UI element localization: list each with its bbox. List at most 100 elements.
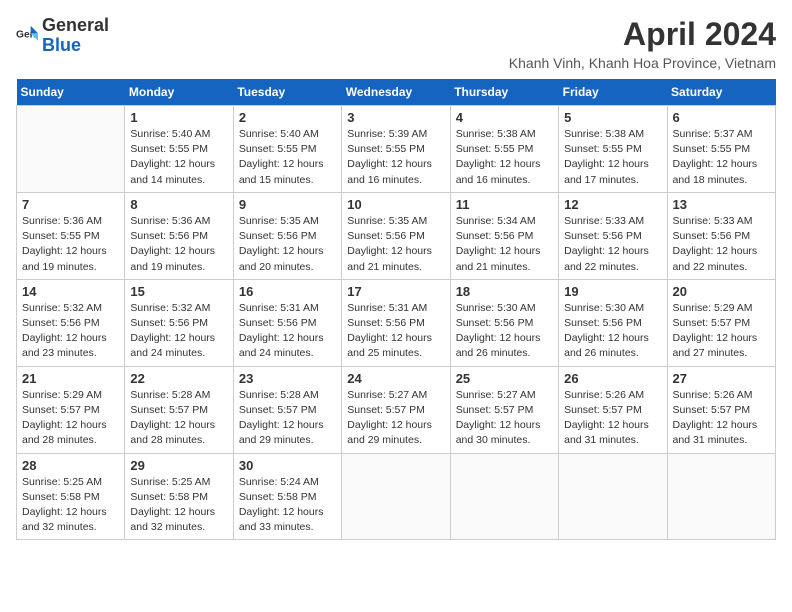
day-info: Sunrise: 5:39 AM Sunset: 5:55 PM Dayligh… xyxy=(347,127,444,188)
calendar-cell: 13 Sunrise: 5:33 AM Sunset: 5:56 PM Dayli… xyxy=(667,192,775,279)
day-info: Sunrise: 5:29 AM Sunset: 5:57 PM Dayligh… xyxy=(673,301,770,362)
day-number: 22 xyxy=(130,371,227,386)
calendar-cell: 17 Sunrise: 5:31 AM Sunset: 5:56 PM Dayli… xyxy=(342,279,450,366)
header-day-thursday: Thursday xyxy=(450,79,558,106)
day-number: 12 xyxy=(564,197,661,212)
day-number: 13 xyxy=(673,197,770,212)
calendar-cell: 19 Sunrise: 5:30 AM Sunset: 5:56 PM Dayli… xyxy=(559,279,667,366)
logo-general: General Blue xyxy=(42,16,109,56)
day-number: 11 xyxy=(456,197,553,212)
calendar-table: SundayMondayTuesdayWednesdayThursdayFrid… xyxy=(16,79,776,540)
header-day-wednesday: Wednesday xyxy=(342,79,450,106)
day-number: 25 xyxy=(456,371,553,386)
day-number: 24 xyxy=(347,371,444,386)
week-row-5: 28 Sunrise: 5:25 AM Sunset: 5:58 PM Dayli… xyxy=(17,453,776,540)
day-number: 23 xyxy=(239,371,336,386)
header: Gen General Blue April 2024 Khanh Vinh, … xyxy=(16,16,776,71)
day-number: 27 xyxy=(673,371,770,386)
calendar-cell: 23 Sunrise: 5:28 AM Sunset: 5:57 PM Dayli… xyxy=(233,366,341,453)
day-info: Sunrise: 5:32 AM Sunset: 5:56 PM Dayligh… xyxy=(130,301,227,362)
day-number: 4 xyxy=(456,110,553,125)
day-info: Sunrise: 5:38 AM Sunset: 5:55 PM Dayligh… xyxy=(456,127,553,188)
day-info: Sunrise: 5:36 AM Sunset: 5:55 PM Dayligh… xyxy=(22,214,119,275)
month-title: April 2024 xyxy=(509,16,776,53)
day-info: Sunrise: 5:38 AM Sunset: 5:55 PM Dayligh… xyxy=(564,127,661,188)
header-day-saturday: Saturday xyxy=(667,79,775,106)
day-number: 26 xyxy=(564,371,661,386)
calendar-cell xyxy=(17,106,125,193)
day-number: 29 xyxy=(130,458,227,473)
day-info: Sunrise: 5:27 AM Sunset: 5:57 PM Dayligh… xyxy=(456,388,553,449)
title-section: April 2024 Khanh Vinh, Khanh Hoa Provinc… xyxy=(509,16,776,71)
day-info: Sunrise: 5:28 AM Sunset: 5:57 PM Dayligh… xyxy=(239,388,336,449)
logo: Gen General Blue xyxy=(16,16,109,56)
day-info: Sunrise: 5:27 AM Sunset: 5:57 PM Dayligh… xyxy=(347,388,444,449)
day-info: Sunrise: 5:35 AM Sunset: 5:56 PM Dayligh… xyxy=(239,214,336,275)
day-info: Sunrise: 5:26 AM Sunset: 5:57 PM Dayligh… xyxy=(673,388,770,449)
calendar-cell: 12 Sunrise: 5:33 AM Sunset: 5:56 PM Dayli… xyxy=(559,192,667,279)
day-number: 10 xyxy=(347,197,444,212)
day-info: Sunrise: 5:28 AM Sunset: 5:57 PM Dayligh… xyxy=(130,388,227,449)
calendar-cell: 29 Sunrise: 5:25 AM Sunset: 5:58 PM Dayli… xyxy=(125,453,233,540)
day-info: Sunrise: 5:40 AM Sunset: 5:55 PM Dayligh… xyxy=(130,127,227,188)
day-number: 18 xyxy=(456,284,553,299)
calendar-cell: 9 Sunrise: 5:35 AM Sunset: 5:56 PM Daylig… xyxy=(233,192,341,279)
calendar-cell xyxy=(667,453,775,540)
calendar-cell: 27 Sunrise: 5:26 AM Sunset: 5:57 PM Dayli… xyxy=(667,366,775,453)
day-number: 28 xyxy=(22,458,119,473)
day-number: 7 xyxy=(22,197,119,212)
calendar-cell xyxy=(342,453,450,540)
day-number: 15 xyxy=(130,284,227,299)
location-subtitle: Khanh Vinh, Khanh Hoa Province, Vietnam xyxy=(509,55,776,71)
calendar-cell: 16Sunrise: 5:31 AM Sunset: 5:56 PM Dayli… xyxy=(233,279,341,366)
calendar-cell: 11 Sunrise: 5:34 AM Sunset: 5:56 PM Dayli… xyxy=(450,192,558,279)
day-number: 30 xyxy=(239,458,336,473)
calendar-cell: 18 Sunrise: 5:30 AM Sunset: 5:56 PM Dayli… xyxy=(450,279,558,366)
header-day-friday: Friday xyxy=(559,79,667,106)
day-info: Sunrise: 5:31 AM Sunset: 5:56 PM Dayligh… xyxy=(347,301,444,362)
day-number: 8 xyxy=(130,197,227,212)
week-row-4: 21Sunrise: 5:29 AM Sunset: 5:57 PM Dayli… xyxy=(17,366,776,453)
day-number: 19 xyxy=(564,284,661,299)
calendar-cell: 28Sunrise: 5:25 AM Sunset: 5:58 PM Dayli… xyxy=(17,453,125,540)
calendar-cell: 5 Sunrise: 5:38 AM Sunset: 5:55 PM Daylig… xyxy=(559,106,667,193)
day-info: Sunrise: 5:33 AM Sunset: 5:56 PM Dayligh… xyxy=(673,214,770,275)
day-number: 9 xyxy=(239,197,336,212)
calendar-cell: 6 Sunrise: 5:37 AM Sunset: 5:55 PM Daylig… xyxy=(667,106,775,193)
day-info: Sunrise: 5:25 AM Sunset: 5:58 PM Dayligh… xyxy=(130,475,227,536)
header-day-tuesday: Tuesday xyxy=(233,79,341,106)
calendar-cell: 3Sunrise: 5:39 AM Sunset: 5:55 PM Daylig… xyxy=(342,106,450,193)
day-number: 20 xyxy=(673,284,770,299)
day-info: Sunrise: 5:33 AM Sunset: 5:56 PM Dayligh… xyxy=(564,214,661,275)
day-info: Sunrise: 5:26 AM Sunset: 5:57 PM Dayligh… xyxy=(564,388,661,449)
week-row-1: 1 Sunrise: 5:40 AM Sunset: 5:55 PM Daylig… xyxy=(17,106,776,193)
day-number: 2 xyxy=(239,110,336,125)
calendar-cell: 1 Sunrise: 5:40 AM Sunset: 5:55 PM Daylig… xyxy=(125,106,233,193)
day-info: Sunrise: 5:34 AM Sunset: 5:56 PM Dayligh… xyxy=(456,214,553,275)
day-number: 16 xyxy=(239,284,336,299)
calendar-cell: 7 Sunrise: 5:36 AM Sunset: 5:55 PM Daylig… xyxy=(17,192,125,279)
day-number: 14 xyxy=(22,284,119,299)
day-number: 17 xyxy=(347,284,444,299)
calendar-cell: 24 Sunrise: 5:27 AM Sunset: 5:57 PM Dayli… xyxy=(342,366,450,453)
day-number: 6 xyxy=(673,110,770,125)
calendar-cell: 8 Sunrise: 5:36 AM Sunset: 5:56 PM Daylig… xyxy=(125,192,233,279)
calendar-cell: 30Sunrise: 5:24 AM Sunset: 5:58 PM Dayli… xyxy=(233,453,341,540)
day-info: Sunrise: 5:30 AM Sunset: 5:56 PM Dayligh… xyxy=(564,301,661,362)
calendar-cell: 4 Sunrise: 5:38 AM Sunset: 5:55 PM Daylig… xyxy=(450,106,558,193)
calendar-cell: 25 Sunrise: 5:27 AM Sunset: 5:57 PM Dayli… xyxy=(450,366,558,453)
calendar-cell: 15 Sunrise: 5:32 AM Sunset: 5:56 PM Dayli… xyxy=(125,279,233,366)
day-info: Sunrise: 5:37 AM Sunset: 5:55 PM Dayligh… xyxy=(673,127,770,188)
day-number: 5 xyxy=(564,110,661,125)
day-info: Sunrise: 5:30 AM Sunset: 5:56 PM Dayligh… xyxy=(456,301,553,362)
calendar-cell: 20 Sunrise: 5:29 AM Sunset: 5:57 PM Dayli… xyxy=(667,279,775,366)
day-info: Sunrise: 5:36 AM Sunset: 5:56 PM Dayligh… xyxy=(130,214,227,275)
day-number: 21 xyxy=(22,371,119,386)
day-number: 1 xyxy=(130,110,227,125)
calendar-cell xyxy=(450,453,558,540)
header-day-monday: Monday xyxy=(125,79,233,106)
calendar-cell: 14Sunrise: 5:32 AM Sunset: 5:56 PM Dayli… xyxy=(17,279,125,366)
calendar-cell: 2 Sunrise: 5:40 AM Sunset: 5:55 PM Daylig… xyxy=(233,106,341,193)
calendar-cell: 26 Sunrise: 5:26 AM Sunset: 5:57 PM Dayli… xyxy=(559,366,667,453)
day-info: Sunrise: 5:40 AM Sunset: 5:55 PM Dayligh… xyxy=(239,127,336,188)
